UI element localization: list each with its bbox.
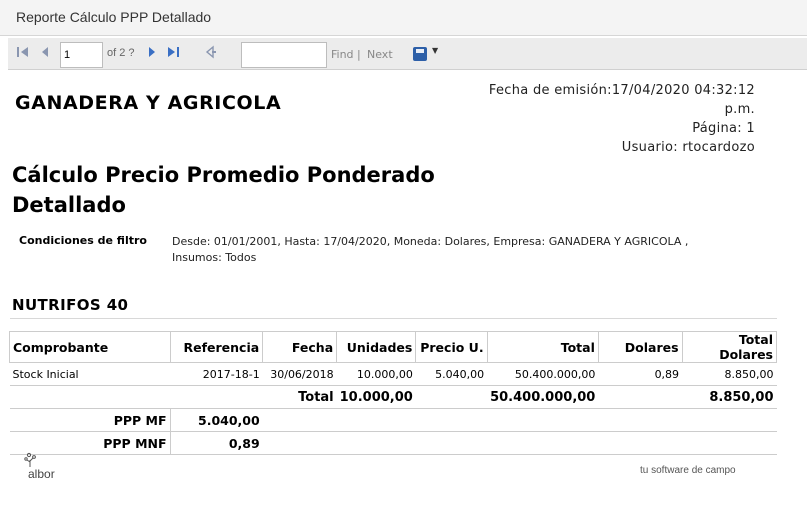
title-bar: Reporte Cálculo PPP Detallado <box>0 0 807 36</box>
last-page-icon[interactable] <box>166 45 180 63</box>
report-table: Comprobante Referencia Fecha Unidades Pr… <box>9 331 778 455</box>
tagline: tu software de campo <box>640 465 736 476</box>
column-header: Total Dolares <box>682 331 778 363</box>
table-cell: 10.000,00 <box>336 362 416 386</box>
ppp-mf-row: PPP MF 5.040,00 <box>9 408 777 432</box>
next-page-icon[interactable] <box>146 45 158 63</box>
albor-logo: albor <box>20 452 70 482</box>
ppp-mf-label: PPP MF <box>9 408 171 432</box>
table-row: Stock Inicial 2017-18-1 30/06/2018 10.00… <box>9 362 777 386</box>
total-unidades: 10.000,00 <box>336 385 416 409</box>
table-cell: Stock Inicial <box>9 362 171 386</box>
column-header: Total <box>487 331 599 363</box>
emission-date: Fecha de emisión:17/04/2020 04:32:12 <box>488 83 755 98</box>
ppp-mnf-value: 0,89 <box>170 431 263 455</box>
filter-line1: Desde: 01/01/2001, Hasta: 17/04/2020, Mo… <box>172 235 689 248</box>
dropdown-icon[interactable]: ▼ <box>432 46 438 55</box>
emission-suffix: p.m. <box>724 102 755 117</box>
find-input[interactable] <box>241 42 327 68</box>
section-divider <box>10 318 777 319</box>
filter-label: Condiciones de filtro <box>19 234 147 247</box>
find-separator: | <box>357 48 361 61</box>
prev-page-icon[interactable] <box>39 45 51 63</box>
window-title: Reporte Cálculo PPP Detallado <box>16 9 212 25</box>
report-title: Cálculo Precio Promedio Ponderado Detall… <box>12 160 435 220</box>
filter-line2: Insumos: Todos <box>172 251 257 264</box>
table-header: Comprobante Referencia Fecha Unidades Pr… <box>9 331 778 363</box>
table-cell: 0,89 <box>598 362 683 386</box>
column-header: Dolares <box>598 331 683 363</box>
report-meta: Fecha de emisión:17/04/2020 04:32:12 p.m… <box>489 81 755 157</box>
logo-text: albor <box>28 467 55 481</box>
filter-values: Desde: 01/01/2001, Hasta: 17/04/2020, Mo… <box>172 234 732 266</box>
company-name: GANADERA Y AGRICOLA <box>15 92 282 114</box>
find-link[interactable]: Find <box>331 48 354 61</box>
report-title-line1: Cálculo Precio Promedio Ponderado <box>12 163 435 187</box>
save-icon[interactable] <box>413 47 427 61</box>
table-cell: 50.400.000,00 <box>487 362 599 386</box>
total-row: Total 10.000,00 50.400.000,00 8.850,00 <box>9 385 777 409</box>
column-header: Precio U. <box>415 331 488 363</box>
total-total: 50.400.000,00 <box>487 385 599 409</box>
table-cell: 30/06/2018 <box>262 362 337 386</box>
column-header: Referencia <box>170 331 264 363</box>
page-count: of 2 ? <box>107 47 135 59</box>
table-cell: 5.040,00 <box>415 362 488 386</box>
page-indicator: Página: 1 <box>692 121 755 136</box>
back-icon[interactable] <box>205 45 217 63</box>
table-cell: 8.850,00 <box>682 362 777 386</box>
column-header: Fecha <box>262 331 338 363</box>
first-page-icon[interactable] <box>16 45 30 63</box>
report-title-line2: Detallado <box>12 193 126 217</box>
total-label: Total <box>262 385 337 409</box>
total-dolares: 8.850,00 <box>682 385 777 409</box>
column-header: Unidades <box>336 331 417 363</box>
ppp-mf-value: 5.040,00 <box>170 408 263 432</box>
next-link[interactable]: Next <box>367 48 393 61</box>
column-header: Comprobante <box>9 331 171 363</box>
tree-icon <box>24 452 36 467</box>
user-name: Usuario: rtocardozo <box>621 140 755 155</box>
ppp-mnf-row: PPP MNF 0,89 <box>9 431 777 455</box>
table-cell: 2017-18-1 <box>170 362 263 386</box>
page-number-input[interactable] <box>60 42 103 68</box>
report-toolbar: of 2 ? Find | Next ▼ <box>8 38 807 70</box>
section-title: NUTRIFOS 40 <box>12 296 129 314</box>
